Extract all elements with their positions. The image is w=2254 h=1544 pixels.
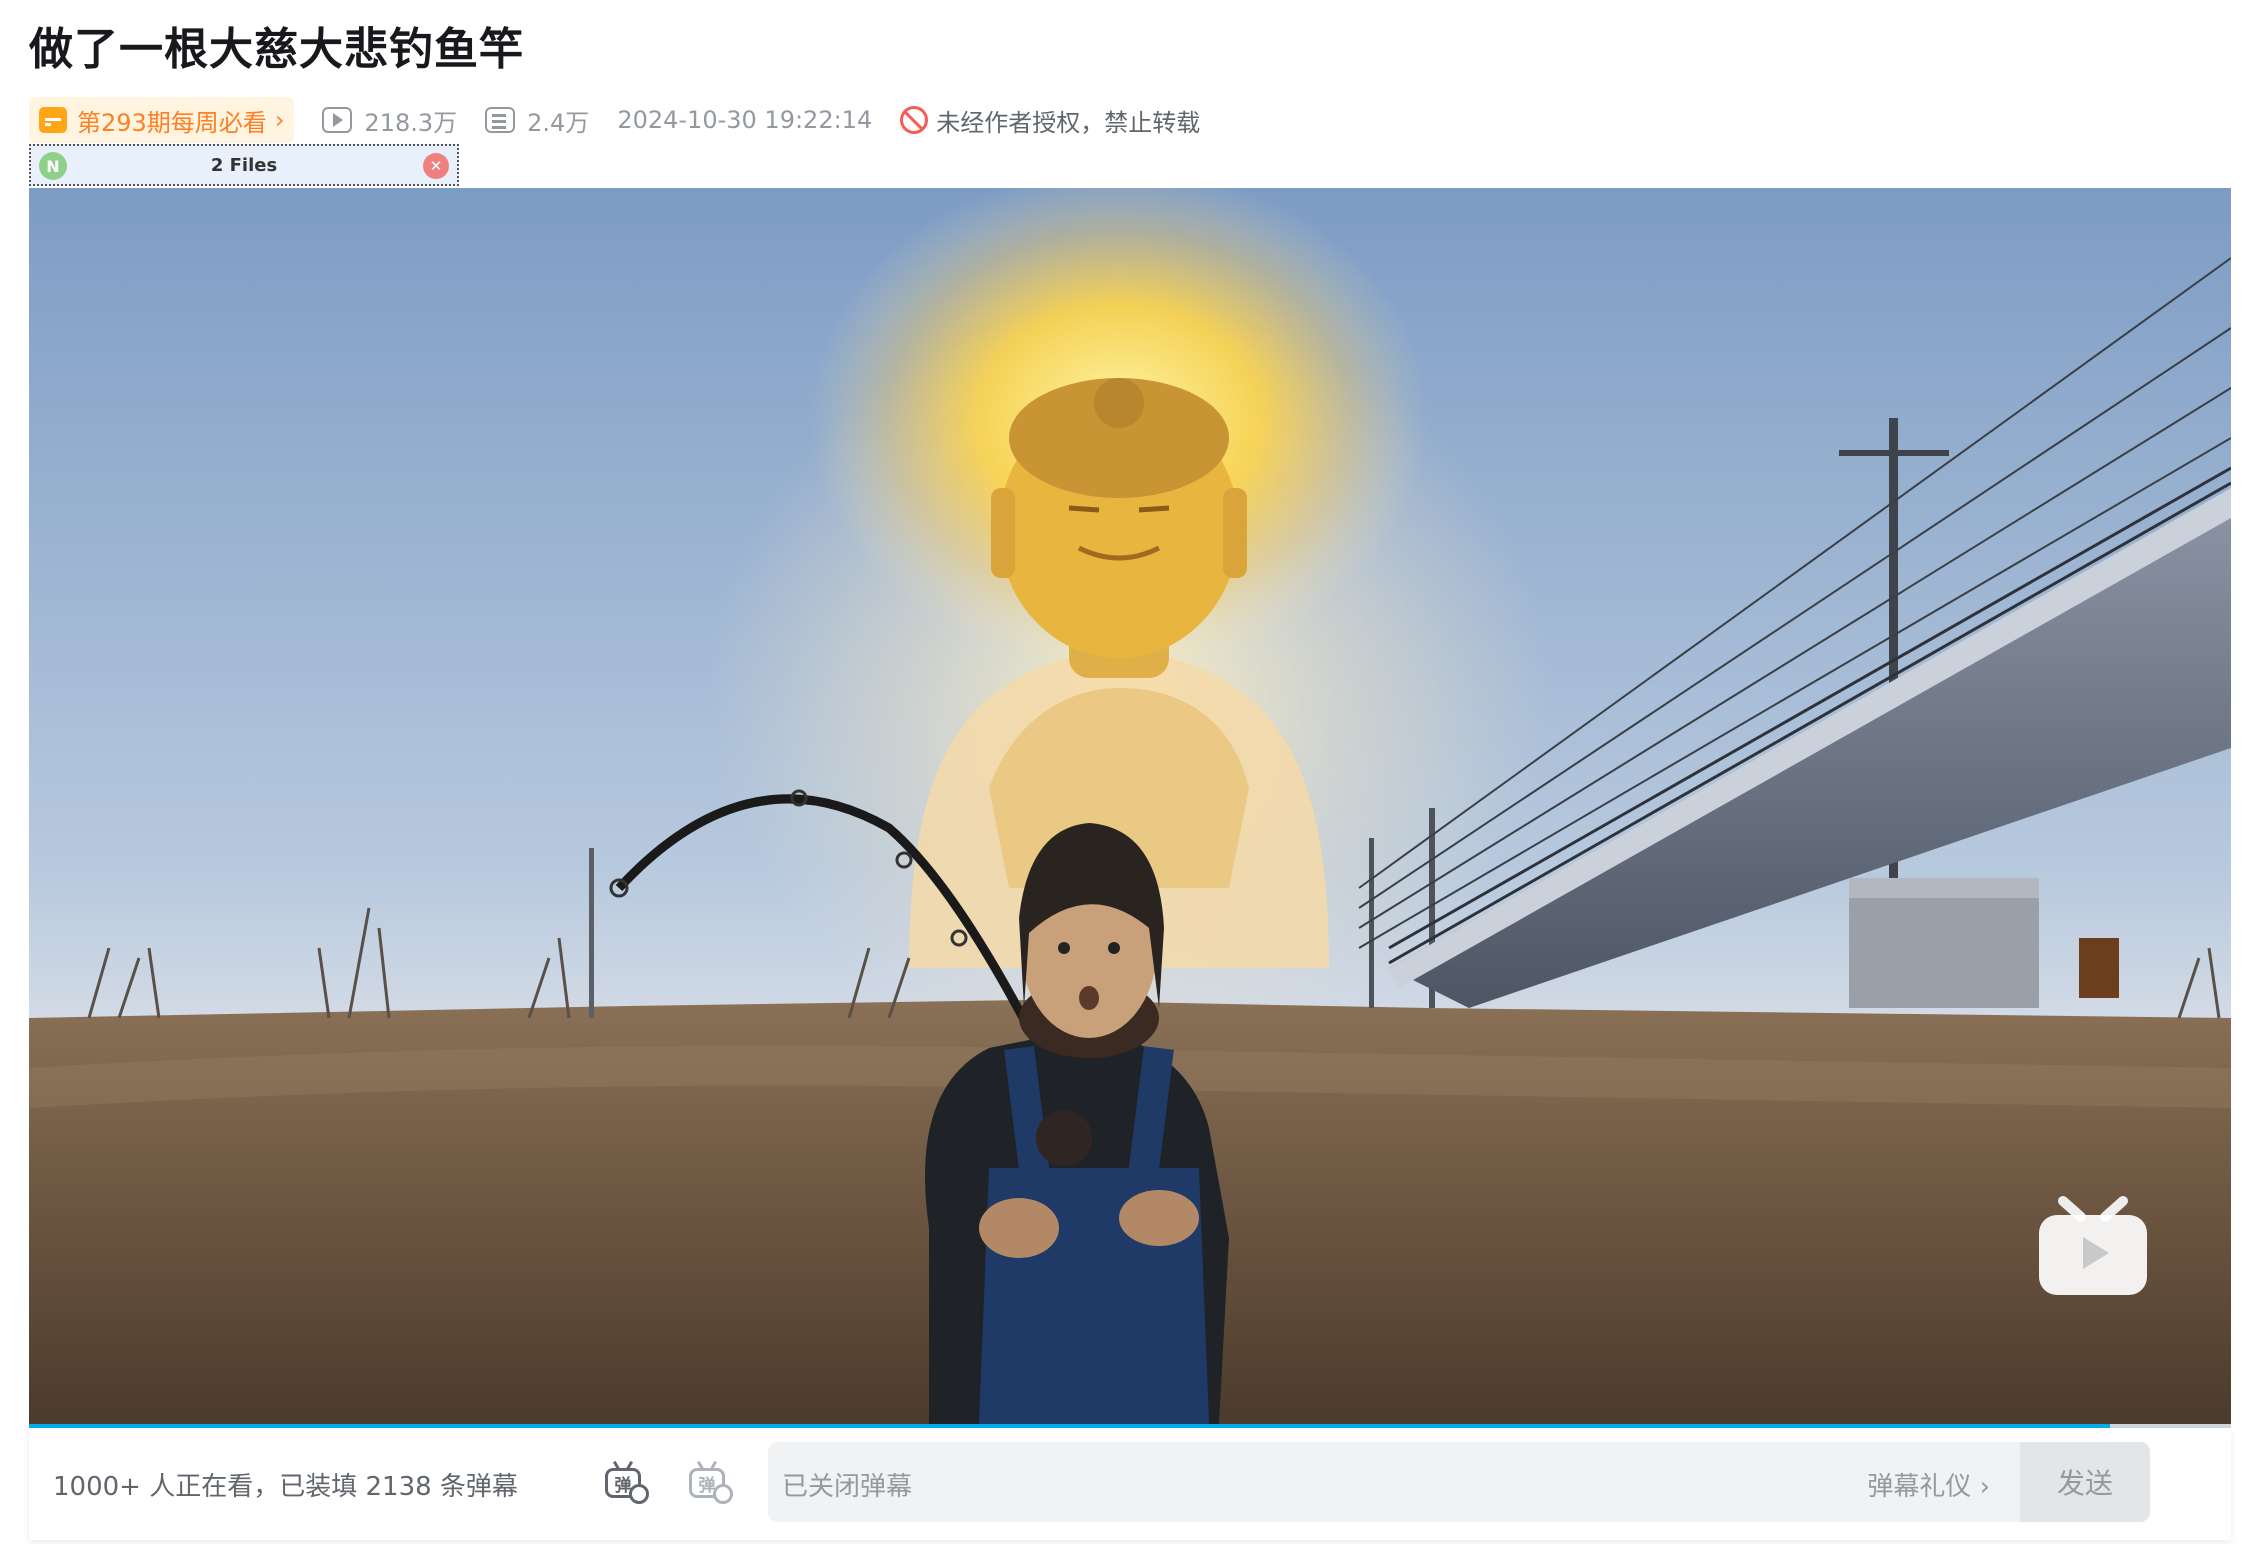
chevron-right-icon: ›	[274, 106, 285, 134]
danmaku-off-badge-icon	[629, 1484, 649, 1504]
settings-gear-badge-icon	[713, 1484, 733, 1504]
video-player[interactable]	[29, 188, 2231, 1424]
video-meta-row: 第293期每周必看 › 218.3万 2.4万 2024-10-30 19:22…	[29, 97, 1200, 143]
weekly-label: 第293期每周必看	[77, 108, 267, 137]
weekly-must-watch-tag[interactable]: 第293期每周必看 ›	[29, 97, 295, 143]
danmaku-count-icon	[485, 107, 516, 133]
view-count: 218.3万	[322, 103, 457, 138]
danmaku-count: 2.4万	[485, 103, 589, 138]
publish-datetime: 2024-10-30 19:22:14	[617, 106, 873, 134]
forbidden-icon	[900, 106, 929, 134]
view-count-text: 218.3万	[364, 108, 458, 137]
play-count-icon	[322, 107, 353, 133]
danmaku-input[interactable]: 已关闭弹幕 弹幕礼仪 › 发送	[768, 1442, 2150, 1522]
send-button[interactable]: 发送	[2020, 1442, 2150, 1522]
n-logo-icon: N	[39, 152, 67, 180]
video-title: 做了一根大慈大悲钓鱼竿	[29, 24, 524, 75]
danmaku-settings-button[interactable]: 弹	[685, 1458, 733, 1506]
danmaku-etiquette-link[interactable]: 弹幕礼仪 ›	[1867, 1466, 1990, 1503]
viewer-count-text: 1000+ 人正在看，已装填 2138 条弹幕	[53, 1472, 518, 1502]
danmaku-count-text: 2.4万	[527, 108, 590, 137]
bilibili-tv-watermark-icon	[2039, 1196, 2147, 1295]
video-frame	[29, 188, 2231, 1424]
files-label: 2 Files	[210, 154, 278, 176]
danmaku-input-placeholder: 已关闭弹幕	[782, 1472, 913, 1502]
calendar-icon	[39, 107, 67, 133]
files-overlay-widget[interactable]: N 2 Files ✕	[29, 144, 459, 186]
danmaku-toggle-button[interactable]: 弹	[601, 1458, 649, 1506]
danmaku-bar: 1000+ 人正在看，已装填 2138 条弹幕 弹 弹 已关闭弹幕 弹幕礼仪 ›…	[29, 1428, 2231, 1540]
copyright-text: 未经作者授权，禁止转载	[936, 108, 1201, 137]
copyright-notice: 未经作者授权，禁止转载	[900, 103, 1200, 138]
close-icon[interactable]: ✕	[423, 153, 449, 179]
